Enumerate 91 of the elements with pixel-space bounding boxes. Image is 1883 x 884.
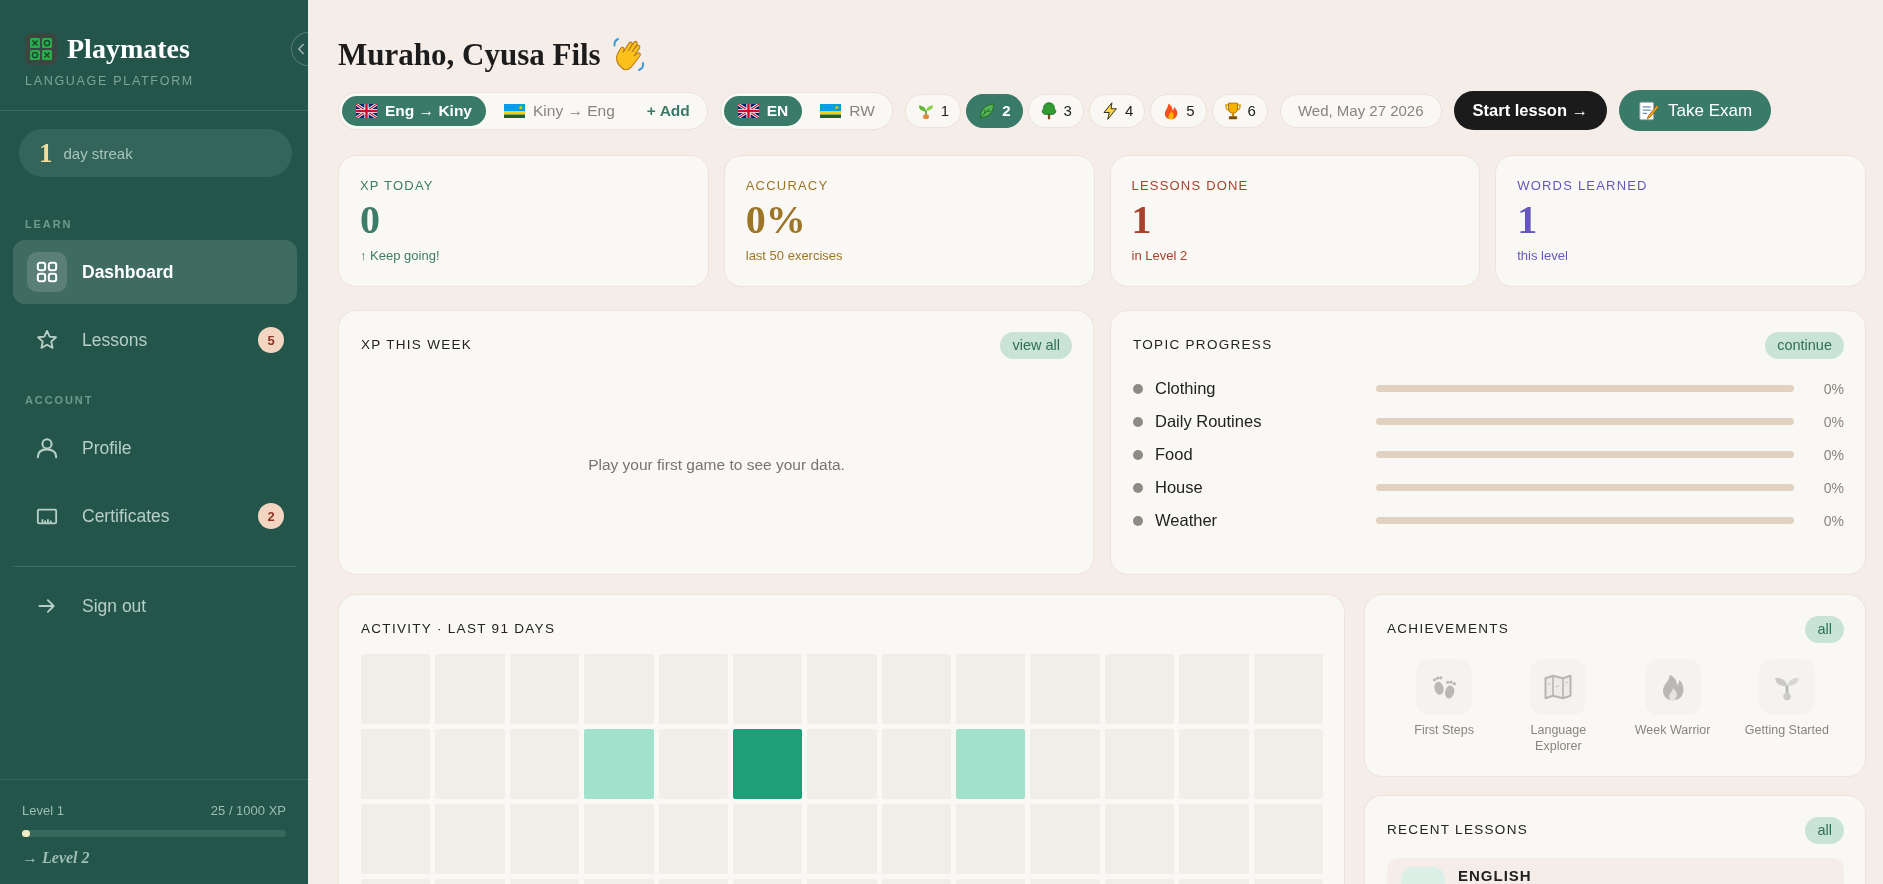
stat-label: LESSONS DONE <box>1131 178 1249 194</box>
lesson-row[interactable]: ENGLISH <box>1387 858 1844 884</box>
level-chip[interactable]: 2 <box>966 93 1023 128</box>
notepad-pencil-icon <box>1638 99 1661 122</box>
waving-hand-icon <box>610 37 647 73</box>
topic-name: Daily Routines <box>1155 412 1262 431</box>
date-pill: Wed, May 27 2026 <box>1279 93 1442 128</box>
nav-item[interactable]: Lessons 5 <box>13 308 297 372</box>
stat-value: 0% <box>745 198 806 242</box>
language-tab[interactable]: EN <box>723 95 803 126</box>
language-tab[interactable]: RW <box>806 95 889 126</box>
level-chip[interactable]: 6 <box>1211 93 1268 128</box>
topic-dot-icon <box>1133 515 1143 526</box>
progress-percent: 0% <box>1823 380 1844 397</box>
topic-dot-icon <box>1133 383 1143 394</box>
count-badge: 2 <box>258 503 284 529</box>
uk-flag-icon <box>737 103 759 118</box>
card-title: RECENT LESSONS <box>1387 822 1528 838</box>
greeting-heading: Muraho, Cyusa Fils <box>338 36 601 74</box>
streak-count: 1 <box>39 138 53 168</box>
topic-dot-icon <box>1133 449 1143 460</box>
stat-value: 1 <box>1131 198 1152 242</box>
topic-name: Food <box>1155 445 1193 464</box>
empty-state-message: Play your first game to see your data. <box>588 455 845 474</box>
take-exam-button[interactable]: Take Exam <box>1619 90 1772 131</box>
nav-item[interactable]: Dashboard <box>13 240 297 304</box>
stat-value: 1 <box>1517 198 1538 242</box>
topic-name: Weather <box>1155 511 1218 530</box>
view-all-button[interactable]: view all <box>1000 331 1072 359</box>
achievement-label: Week Warrior <box>1634 722 1711 738</box>
see-all-button[interactable]: all <box>1805 816 1844 844</box>
rwanda-flag-icon <box>504 103 525 118</box>
dashboard-grid-icon <box>27 252 67 292</box>
trophy-icon <box>1223 101 1242 120</box>
stat-label: ACCURACY <box>745 178 829 194</box>
achievement-label: First Steps <box>1414 722 1474 738</box>
direction-tab[interactable]: Kiny → Eng <box>490 95 629 126</box>
stat-label: WORDS LEARNED <box>1517 178 1648 194</box>
next-level-label: → Level 2 <box>22 848 90 868</box>
stat-label: XP TODAY <box>360 178 434 194</box>
level-chip[interactable]: 1 <box>904 93 962 128</box>
uk-flag-icon <box>356 103 377 118</box>
section-label: LEARN <box>25 218 73 230</box>
level-chip[interactable]: 5 <box>1150 93 1207 128</box>
leaf-icon <box>978 101 997 120</box>
nav-item[interactable]: Profile <box>13 416 297 480</box>
card-title: ACHIEVEMENTS <box>1387 621 1510 637</box>
count-badge: 5 <box>258 327 284 353</box>
level-chip[interactable]: 4 <box>1088 93 1146 128</box>
progress-percent: 0% <box>1823 446 1844 463</box>
lesson-thumbnail <box>1401 867 1445 884</box>
progress-percent: 0% <box>1823 479 1844 496</box>
start-lesson-button[interactable]: Start lesson → <box>1453 91 1608 130</box>
add-language-button[interactable]: + Add <box>632 95 704 126</box>
section-label: ACCOUNT <box>25 394 94 406</box>
star-icon <box>36 329 58 351</box>
topic-dot-icon <box>1133 416 1143 427</box>
stat-value: 0 <box>360 198 380 242</box>
streak-label: day streak <box>63 144 133 162</box>
nav-item[interactable]: Certificates 2 <box>13 484 297 548</box>
topic-name: Clothing <box>1155 379 1216 398</box>
grid-logo-icon <box>25 33 57 65</box>
stat-note: this level <box>1517 248 1568 264</box>
achievement-label: Language Explorer <box>1529 722 1588 754</box>
stat-note: last 50 exercises <box>745 248 843 264</box>
lesson-title: ENGLISH <box>1458 867 1532 884</box>
chevron-left-icon <box>297 43 305 55</box>
direction-tab[interactable]: Eng → Kiny <box>342 95 486 126</box>
card-title: XP THIS WEEK <box>361 337 473 353</box>
rwanda-flag-icon <box>820 103 842 118</box>
progress-percent: 0% <box>1823 413 1844 430</box>
brand-tagline: LANGUAGE PLATFORM <box>25 74 194 88</box>
sign-out-button[interactable]: Sign out <box>13 574 297 638</box>
topic-dot-icon <box>1133 482 1143 493</box>
stat-note: in Level 2 <box>1131 248 1188 264</box>
achievement-label: Getting Started <box>1744 722 1829 738</box>
lightning-icon <box>1100 101 1119 120</box>
card-title: TOPIC PROGRESS <box>1133 337 1273 353</box>
person-icon <box>36 437 58 459</box>
xp-reading: 25 / 1000 XP <box>210 803 286 819</box>
see-all-button[interactable]: all <box>1805 615 1844 643</box>
level-label: Level 1 <box>22 803 64 819</box>
progress-percent: 0% <box>1823 512 1844 529</box>
arrow-right-icon <box>37 596 57 616</box>
level-chip[interactable]: 3 <box>1027 93 1084 128</box>
topic-name: House <box>1155 478 1203 497</box>
card-title: ACTIVITY · LAST 91 DAYS <box>361 621 556 637</box>
stat-note: ↑ Keep going! <box>360 248 440 264</box>
tree-icon <box>1039 101 1058 120</box>
continue-button[interactable]: continue <box>1765 331 1844 359</box>
brand-name: Playmates <box>67 33 190 65</box>
